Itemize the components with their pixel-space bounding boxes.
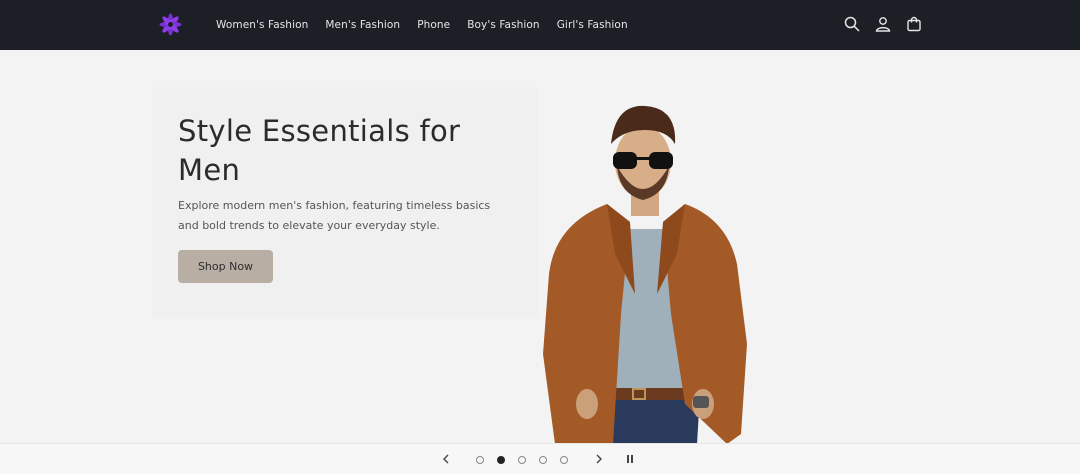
hero-description: Explore modern men's fashion, featuring … xyxy=(178,199,491,232)
chevron-right-icon[interactable] xyxy=(592,452,606,466)
nav-item-phone[interactable]: Phone xyxy=(417,19,450,31)
main-nav: Women's Fashion Men's Fashion Phone Boy'… xyxy=(216,0,628,50)
nav-item-womens-fashion[interactable]: Women's Fashion xyxy=(216,19,308,31)
slide-dot-5[interactable] xyxy=(560,456,568,464)
slide-dot-2[interactable] xyxy=(497,456,505,464)
shop-now-button[interactable]: Shop Now xyxy=(178,250,273,283)
slide-dot-3[interactable] xyxy=(518,456,526,464)
header-actions xyxy=(843,13,923,35)
slide-dot-4[interactable] xyxy=(539,456,547,464)
slide-dot-1[interactable] xyxy=(476,456,484,464)
slider-controls xyxy=(0,443,1080,474)
nav-item-mens-fashion[interactable]: Men's Fashion xyxy=(325,19,400,31)
hero-model-image xyxy=(543,105,747,444)
pause-icon[interactable] xyxy=(623,452,637,466)
site-header: Women's Fashion Men's Fashion Phone Boy'… xyxy=(0,0,1080,50)
logo-icon[interactable] xyxy=(153,9,188,40)
account-icon[interactable] xyxy=(874,13,892,35)
hero-title: Style Essentials for Men xyxy=(178,114,461,187)
nav-item-girls-fashion[interactable]: Girl's Fashion xyxy=(557,19,628,31)
chevron-left-icon[interactable] xyxy=(439,452,453,466)
cart-icon[interactable] xyxy=(905,13,923,35)
nav-item-boys-fashion[interactable]: Boy's Fashion xyxy=(467,19,539,31)
search-icon[interactable] xyxy=(843,13,861,35)
